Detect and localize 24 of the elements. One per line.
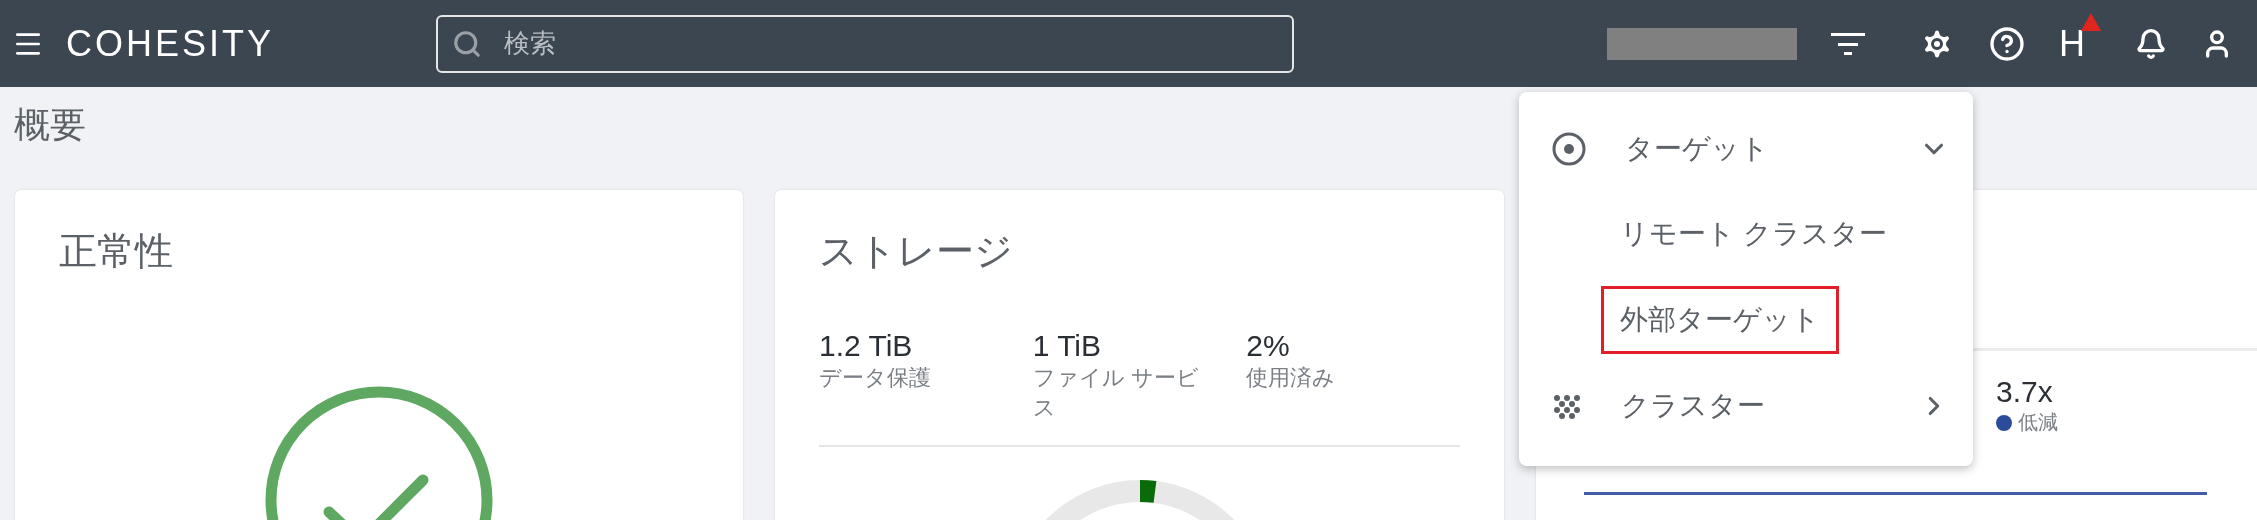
stat-value: 1 TiB bbox=[1032, 329, 1103, 363]
card-title: ストレージ bbox=[819, 229, 1014, 274]
search-icon bbox=[452, 28, 482, 59]
stat-label: 低減 bbox=[2018, 410, 2058, 435]
user-initial[interactable]: H bbox=[2059, 22, 2085, 65]
menu-item[interactable]: ターゲット bbox=[1519, 106, 1973, 191]
stat-label: ファイル サービス bbox=[1032, 364, 1200, 422]
stat-value: 2% bbox=[1246, 329, 1291, 363]
stat-label: 使用済み bbox=[1246, 364, 1337, 392]
search-input[interactable]: 検索 bbox=[502, 27, 1266, 60]
stat-value: 1.2 TiB bbox=[819, 329, 914, 363]
submenu-item[interactable]: リモート クラスター bbox=[1601, 200, 1906, 268]
bell-icon[interactable] bbox=[2135, 27, 2167, 60]
help-icon[interactable] bbox=[1989, 25, 2025, 62]
stat-label: データ保護 bbox=[819, 364, 932, 392]
page-title: 概要 bbox=[14, 103, 86, 147]
search-field[interactable]: 検索 bbox=[436, 14, 1294, 73]
submenu-item[interactable]: 外部ターゲット bbox=[1601, 286, 1839, 354]
filter-icon[interactable] bbox=[1831, 30, 1865, 57]
logo[interactable]: COHESITY bbox=[66, 22, 436, 65]
radio-icon bbox=[1551, 130, 1587, 167]
card-title: 正常性 bbox=[59, 229, 174, 274]
menu-item[interactable]: クラスター bbox=[1519, 363, 1973, 448]
stat-value: 3.7x bbox=[1996, 375, 2054, 409]
